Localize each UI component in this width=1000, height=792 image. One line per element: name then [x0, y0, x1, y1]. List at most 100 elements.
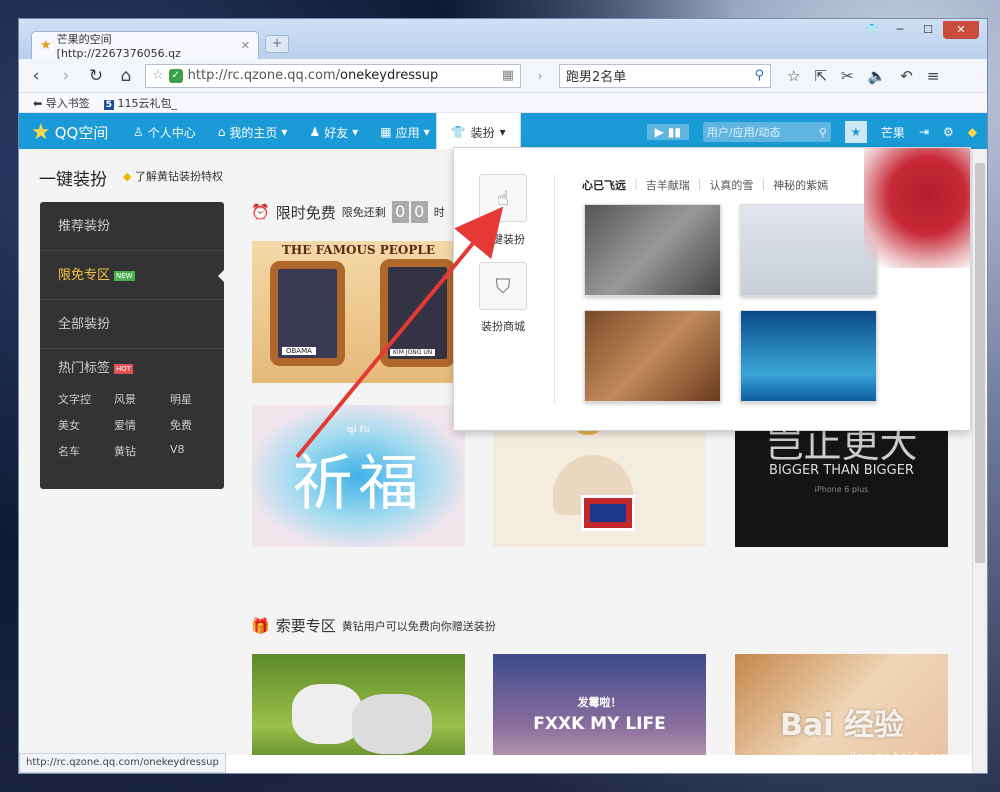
- qzone-navbar: ★ QQ空间 ♙ 个人中心 ⌂ 我的主页 ▾ ♟ 好友 ▾ ▦ 应用 ▾ 👕 装扮 ▾ ▶ ▮▮ …: [19, 113, 987, 151]
- chevron-down-icon: ▾: [281, 125, 288, 139]
- tag-item[interactable]: 文字控: [58, 391, 114, 407]
- baidu-watermark: Bai 经验: [780, 708, 904, 743]
- gift-icon: 🎁: [251, 616, 270, 635]
- search-icon[interactable]: ⚲: [754, 68, 764, 83]
- tab-theme-2[interactable]: 吉羊献瑞: [646, 177, 690, 193]
- countdown: 00: [391, 201, 428, 223]
- avatar[interactable]: ★: [844, 121, 867, 143]
- user-icon: ♙: [133, 125, 144, 139]
- bookmark-import[interactable]: ⬅ 导入书签: [33, 95, 90, 111]
- home-icon: ⌂: [217, 125, 226, 139]
- tab-theme-3[interactable]: 认真的雪: [709, 177, 753, 193]
- url-path: onekeydressup: [340, 68, 439, 83]
- one-click-dressup-button[interactable]: ☝: [479, 174, 527, 222]
- nav-my-home[interactable]: ⌂ 我的主页 ▾: [218, 124, 288, 141]
- tag-item[interactable]: 爱情: [114, 417, 170, 433]
- browser-toolbar: ‹ › ↻ ⌂ ☆ ✓ http://rc.qzone.qq.com/oneke…: [19, 59, 987, 93]
- new-badge: NEW: [114, 270, 135, 281]
- sidebar-item-free[interactable]: 限免专区 NEW: [40, 251, 225, 300]
- scrollbar[interactable]: [972, 149, 987, 773]
- search-icon: ⚲: [818, 125, 827, 139]
- home-icon[interactable]: ⌂: [115, 66, 137, 86]
- nav-dressup[interactable]: 👕 装扮 ▾: [435, 113, 521, 151]
- scissors-icon[interactable]: ✂: [841, 67, 854, 85]
- back-icon[interactable]: ‹: [25, 66, 47, 86]
- hot-badge: HOT: [114, 363, 134, 374]
- music-player-icon[interactable]: ▶ ▮▮: [646, 124, 689, 140]
- tag-item[interactable]: 风景: [114, 391, 170, 407]
- nav-apps[interactable]: ▦ 应用 ▾: [380, 124, 429, 141]
- friends-icon: ♟: [309, 125, 321, 139]
- tag-item[interactable]: V8: [170, 443, 226, 459]
- close-icon[interactable]: ✕: [241, 39, 250, 52]
- share-icon[interactable]: ⇱: [814, 67, 827, 85]
- theme-thumb-famous[interactable]: THE FAMOUS PEOPLE OBAMA KIM JONG UN: [252, 241, 465, 383]
- tag-item[interactable]: 名车: [58, 443, 114, 459]
- browser-tab[interactable]: ★ 芒果的空间 [http://2267376056.qz ✕: [31, 31, 259, 60]
- tag-item[interactable]: 明星: [170, 391, 226, 407]
- shield-icon: ✓: [168, 68, 183, 83]
- username[interactable]: 芒果: [881, 124, 905, 141]
- tab-theme-1[interactable]: 心已飞远: [582, 177, 626, 193]
- address-bar[interactable]: ☆ ✓ http://rc.qzone.qq.com/onekeydressup…: [145, 63, 521, 88]
- theme-preview-4[interactable]: [740, 310, 877, 402]
- favorite-icon[interactable]: ☆: [787, 67, 800, 85]
- theme-preview-2[interactable]: [740, 204, 877, 296]
- minimize-button[interactable]: ─: [887, 21, 913, 39]
- browser-window: ★ 芒果的空间 [http://2267376056.qz ✕ + 👕 ─ ☐ …: [18, 18, 988, 774]
- sidebar-item-hot-tags: 热门标签 HOT: [58, 361, 134, 376]
- tag-item[interactable]: 免费: [170, 417, 226, 433]
- scrollbar-thumb[interactable]: [975, 163, 985, 563]
- nav-personal-center[interactable]: ♙ 个人中心: [133, 124, 196, 141]
- menu-icon[interactable]: ≡: [927, 67, 940, 85]
- maximize-button[interactable]: ☐: [915, 21, 941, 39]
- qzone-logo[interactable]: ★ QQ空间: [19, 120, 129, 145]
- qzone-search-input[interactable]: 用户/应用/动态 ⚲: [702, 122, 831, 142]
- tab-title: 芒果的空间 [http://2267376056.qz: [56, 33, 181, 60]
- tag-item[interactable]: 美女: [58, 417, 114, 433]
- dressup-dropdown: ☝ 一键装扮 ⛉ 装扮商城 心已飞远 | 吉羊献瑞 | 认真的雪 | 神秘的紫嫣: [453, 147, 971, 431]
- bookmark-star-icon[interactable]: ☆: [152, 68, 164, 83]
- free-section-header: ⏰ 限时免费 限免还剩 00 时: [251, 201, 445, 223]
- gear-icon[interactable]: ⚙: [943, 125, 954, 139]
- close-window-button[interactable]: ✕: [943, 21, 979, 39]
- new-tab-button[interactable]: +: [265, 35, 289, 53]
- qr-icon[interactable]: ▦: [502, 68, 514, 83]
- qzone-star-icon: ★: [31, 119, 51, 145]
- vip-link[interactable]: ◆ 了解黄钻装扮特权: [123, 168, 223, 184]
- sound-icon[interactable]: 🔈: [868, 67, 887, 85]
- search-box[interactable]: 跑男2名单 ⚲: [559, 63, 771, 88]
- sidebar: 推荐装扮 限免专区 NEW 全部装扮 热门标签 HOT 文字控 风景 明星 美女 爱…: [40, 202, 225, 489]
- dressup-mall-label[interactable]: 装扮商城: [468, 318, 538, 334]
- dressup-mall-button[interactable]: ⛉: [479, 262, 527, 310]
- go-icon[interactable]: ›: [529, 69, 551, 83]
- tab-theme-4[interactable]: 神秘的紫嫣: [773, 177, 828, 193]
- url-host: http://rc.qzone.qq.com/: [187, 68, 340, 83]
- theme-preview-3[interactable]: [584, 310, 721, 402]
- reload-icon[interactable]: ↻: [85, 66, 107, 86]
- sidebar-item-all[interactable]: 全部装扮: [40, 300, 224, 349]
- sidebar-item-recommend[interactable]: 推荐装扮: [40, 202, 224, 251]
- baidu-watermark-url: jingyan.baidu.com: [850, 750, 952, 763]
- status-bar: http://rc.qzone.qq.com/onekeydressup: [19, 753, 226, 773]
- tag-item[interactable]: 黄钻: [114, 443, 170, 459]
- theme-preview-1[interactable]: [584, 204, 721, 296]
- dropdown-tabs: 心已飞远 | 吉羊献瑞 | 认真的雪 | 神秘的紫嫣: [582, 177, 829, 193]
- shirt-icon[interactable]: 👕: [859, 21, 885, 39]
- forward-icon[interactable]: ›: [55, 66, 77, 86]
- diamond-icon: ◆: [123, 170, 132, 183]
- logout-icon[interactable]: ⇥: [919, 125, 929, 139]
- shopping-bag-icon: ⛉: [495, 274, 511, 298]
- one-click-dressup-label[interactable]: 一键装扮: [468, 231, 538, 247]
- theme-thumb-huskies[interactable]: [252, 654, 465, 755]
- theme-thumb-fxxk[interactable]: 发霉啦！ FXXK MY LIFE: [493, 654, 706, 755]
- star-icon: ★: [40, 38, 52, 53]
- bookmark-115[interactable]: 5 115云礼包_: [103, 95, 177, 111]
- undo-icon[interactable]: ↶: [900, 67, 913, 85]
- tag-list: 文字控 风景 明星 美女 爱情 免费 名车 黄钻 V8: [40, 385, 224, 465]
- diamond-icon[interactable]: ◆: [968, 125, 977, 139]
- chevron-down-icon: ▾: [499, 125, 506, 139]
- title-bar: ★ 芒果的空间 [http://2267376056.qz ✕ + 👕 ─ ☐ …: [19, 19, 987, 60]
- theme-thumb-blessing[interactable]: qi fu 祈福: [252, 405, 465, 547]
- nav-friends[interactable]: ♟ 好友 ▾: [309, 124, 358, 141]
